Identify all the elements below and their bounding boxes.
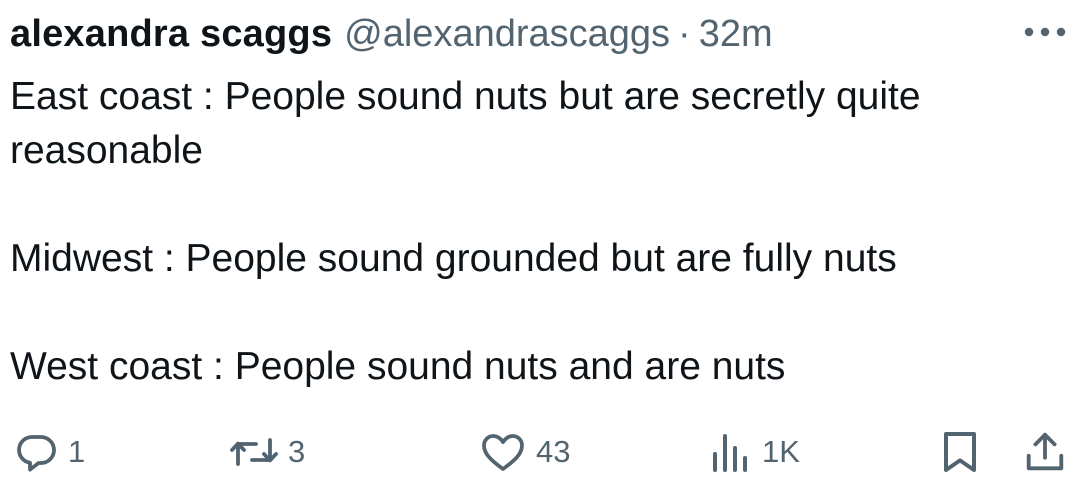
like-button[interactable]: 43 [478,420,570,484]
tweet-actions-bar: 1 3 43 1K [0,420,1088,484]
retweet-icon [230,438,278,466]
retweet-button[interactable]: 3 [228,420,305,484]
bookmark-button[interactable] [938,420,982,484]
tweet-text-line: East coast : People sound nuts but are s… [10,75,921,118]
tweet-text: East coast : People sound nuts but are s… [10,70,1070,394]
share-icon [1026,432,1064,471]
tweet: alexandra scaggs @alexandrascaggs · 32m … [0,0,1088,501]
tweet-header: alexandra scaggs @alexandrascaggs · 32m [10,12,773,56]
heart-icon [482,434,524,471]
more-options-button[interactable] [1020,14,1070,50]
bookmark-icon [944,432,976,472]
separator-dot: · [678,12,691,55]
views-button[interactable]: 1K [706,420,800,484]
author-name[interactable]: alexandra scaggs [10,13,332,56]
reply-icon [17,435,56,472]
retweet-count: 3 [288,434,306,469]
more-horizontal-icon [1024,27,1066,37]
tweet-text-line: reasonable [10,129,203,172]
views-count: 1K [762,434,800,469]
timestamp[interactable]: 32m [699,13,773,56]
reply-button[interactable]: 1 [12,420,85,484]
share-button[interactable] [1022,420,1068,484]
reply-count: 1 [68,434,86,469]
author-handle[interactable]: @alexandrascaggs [344,13,670,56]
like-count: 43 [536,434,571,469]
views-icon [713,434,747,472]
tweet-text-line: Midwest : People sound grounded but are … [10,237,897,280]
tweet-text-line: West coast : People sound nuts and are n… [10,345,786,388]
